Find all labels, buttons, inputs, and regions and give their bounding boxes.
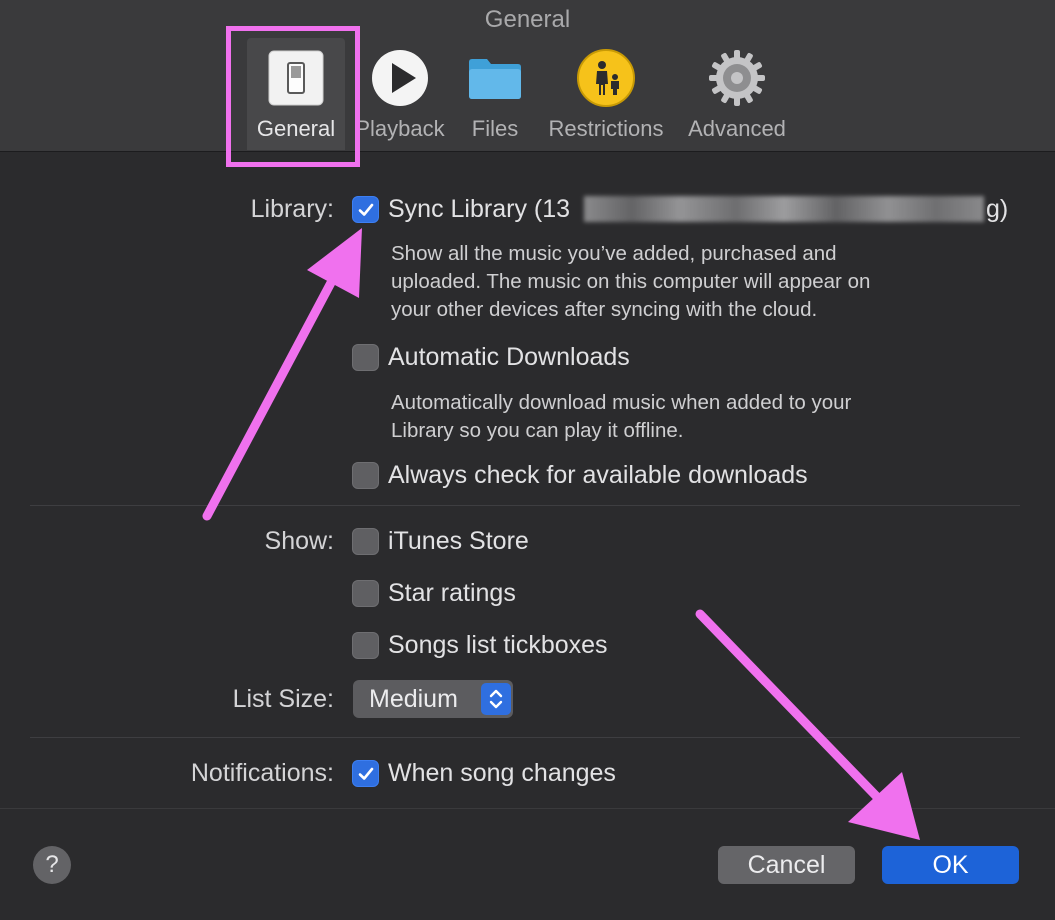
sync-library-checkbox[interactable] <box>352 196 379 223</box>
always-check-downloads-label: Always check for available downloads <box>388 461 808 489</box>
when-song-changes-checkbox[interactable] <box>352 760 379 787</box>
songs-list-tickboxes-checkbox[interactable] <box>352 632 379 659</box>
list-size-label: List Size: <box>232 685 334 713</box>
automatic-downloads-label: Automatic Downloads <box>388 343 630 371</box>
separator <box>30 737 1020 738</box>
description-line: your other devices after syncing with th… <box>391 298 818 321</box>
separator <box>30 505 1020 506</box>
tab-label: Playback <box>355 116 445 141</box>
library-label: Library: <box>250 195 334 223</box>
checkmark-icon <box>358 767 373 780</box>
songs-list-tickboxes-label: Songs list tickboxes <box>388 631 608 659</box>
description-line: Show all the music you’ve added, purchas… <box>391 242 837 265</box>
when-song-changes-label: When song changes <box>388 759 616 787</box>
annotation-arrow-ok <box>695 609 920 840</box>
checkmark-icon <box>358 203 373 216</box>
always-check-downloads-checkbox[interactable] <box>352 462 379 489</box>
switch-icon <box>266 48 326 108</box>
annotation-arrow-sync <box>202 228 362 521</box>
itunes-store-checkbox[interactable] <box>352 528 379 555</box>
sync-library-label: Sync Library (13 <box>388 195 571 223</box>
automatic-downloads-checkbox[interactable] <box>352 344 379 371</box>
redacted-text <box>584 196 984 222</box>
parental-controls-icon <box>576 48 636 108</box>
tab-files[interactable]: Files <box>460 38 530 150</box>
star-ratings-label: Star ratings <box>388 579 516 607</box>
gear-icon <box>707 48 767 108</box>
tab-general[interactable]: General <box>247 38 345 150</box>
notifications-label: Notifications: <box>190 759 334 787</box>
window-title: General <box>484 6 571 33</box>
chevron-up-down-icon <box>481 683 511 715</box>
ok-button[interactable]: OK <box>882 846 1019 884</box>
show-label: Show: <box>264 527 334 555</box>
tab-label: Restrictions <box>548 116 664 141</box>
list-size-popup[interactable]: Medium <box>353 680 513 718</box>
folder-icon <box>465 48 525 108</box>
cancel-button[interactable]: Cancel <box>718 846 855 884</box>
itunes-store-label: iTunes Store <box>388 527 529 555</box>
star-ratings-checkbox[interactable] <box>352 580 379 607</box>
description-line: Library so you can play it offline. <box>391 419 684 442</box>
tab-label: Advanced <box>688 116 786 141</box>
list-size-value: Medium <box>369 685 458 713</box>
description-line: Automatically download music when added … <box>391 391 852 414</box>
tab-playback[interactable]: Playback <box>352 38 448 150</box>
description-line: uploaded. The music on this computer wil… <box>391 270 871 293</box>
help-button[interactable]: ? <box>33 846 71 884</box>
tab-restrictions[interactable]: Restrictions <box>543 38 669 150</box>
tab-label: Files <box>471 116 519 141</box>
sync-library-label-end: g) <box>986 195 1009 223</box>
play-icon <box>370 48 430 108</box>
automatic-downloads-description: Automatically download music when added … <box>391 389 991 445</box>
sync-library-description: Show all the music you’ve added, purchas… <box>391 240 991 324</box>
tab-label: General <box>256 116 336 141</box>
tab-advanced[interactable]: Advanced <box>684 38 790 150</box>
